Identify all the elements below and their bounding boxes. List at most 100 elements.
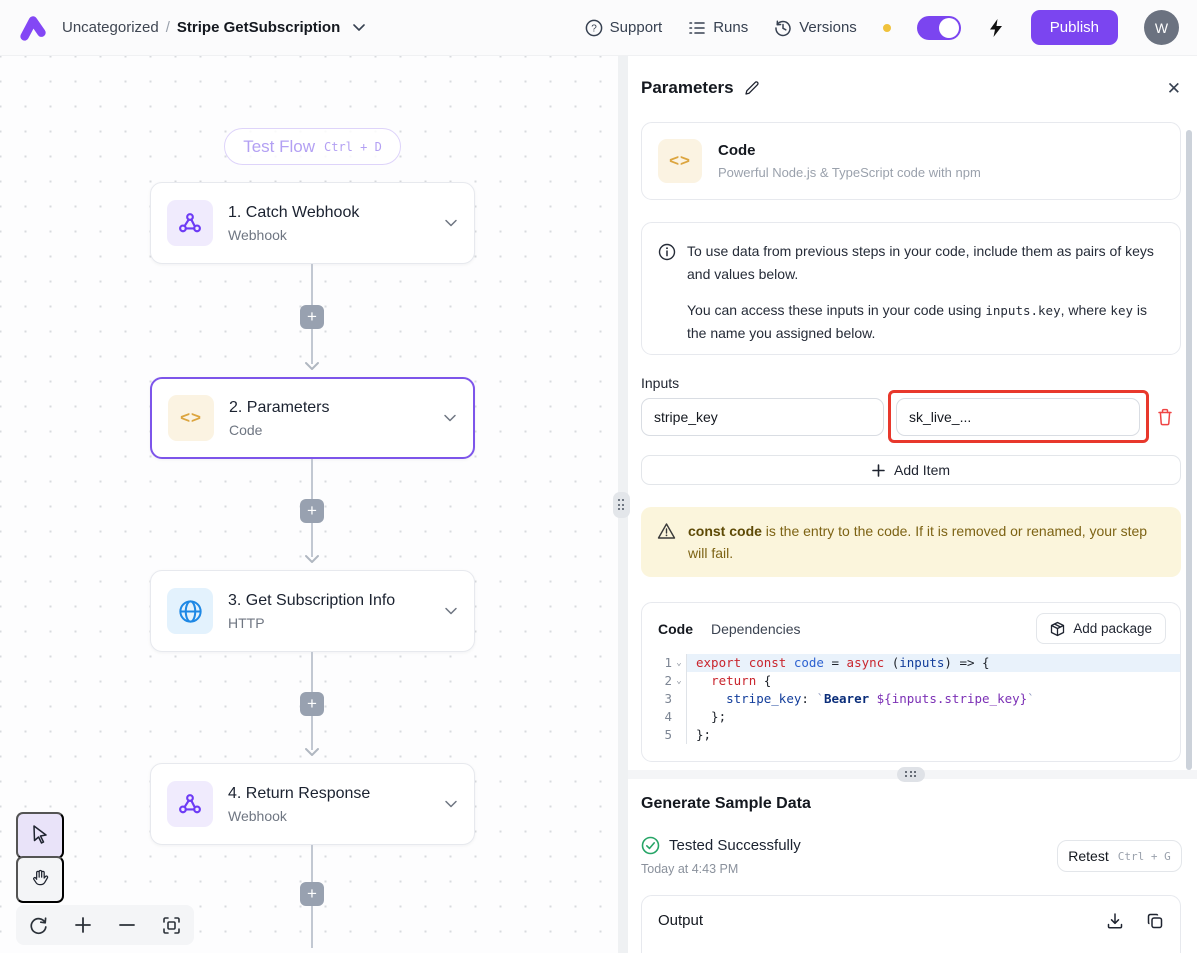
app-logo-icon [18, 13, 48, 43]
code-icon: <> [180, 408, 202, 428]
input-value-field[interactable] [896, 398, 1140, 436]
add-step-button[interactable]: + [300, 692, 324, 716]
drag-dots-icon [905, 771, 917, 778]
close-panel-button[interactable]: ✕ [1167, 80, 1181, 97]
step-menu-chevron-icon[interactable] [444, 607, 458, 615]
flow-step-card[interactable]: 1. Catch WebhookWebhook [150, 182, 475, 264]
cursor-icon [30, 824, 50, 844]
code-line-content: return { [686, 672, 1180, 690]
success-check-icon [641, 836, 660, 855]
flow-step-card[interactable]: 4. Return ResponseWebhook [150, 763, 475, 845]
flow-menu-chevron-icon[interactable] [353, 24, 365, 31]
step-menu-chevron-icon[interactable] [444, 219, 458, 227]
inputs-info-box: To use data from previous steps in your … [641, 222, 1181, 355]
test-flow-button[interactable]: Test Flow Ctrl + D [224, 128, 401, 165]
piece-summary-card: <> Code Powerful Node.js & TypeScript co… [641, 122, 1181, 200]
step-icon-wrap [167, 588, 213, 634]
step-menu-chevron-icon[interactable] [443, 414, 457, 422]
connector-arrow-icon [304, 554, 320, 564]
code-line-content: }; [686, 726, 1180, 744]
step-menu-chevron-icon[interactable] [444, 800, 458, 808]
tab-code[interactable]: Code [658, 621, 693, 637]
test-flow-shortcut: Ctrl + D [324, 140, 382, 154]
info-paragraph-1: To use data from previous steps in your … [687, 240, 1162, 286]
publish-button[interactable]: Publish [1031, 10, 1118, 45]
step-subtitle: Webhook [228, 227, 429, 243]
step-icon-wrap [167, 200, 213, 246]
connector-arrow-icon [304, 361, 320, 371]
hand-icon [30, 868, 50, 888]
fold-chevron-icon[interactable]: ⌄ [672, 654, 686, 672]
section-resize-handle[interactable] [897, 767, 925, 782]
add-item-button[interactable]: Add Item [641, 455, 1181, 485]
download-output-button[interactable] [1106, 912, 1124, 930]
input-key-field[interactable] [641, 398, 884, 436]
add-step-button[interactable]: + [300, 305, 324, 329]
add-step-button[interactable]: + [300, 499, 324, 523]
generate-sample-data-heading: Generate Sample Data [641, 795, 811, 813]
step-icon-wrap [167, 781, 213, 827]
plus-icon [872, 464, 885, 477]
fit-screen-icon [162, 916, 181, 935]
tab-dependencies[interactable]: Dependencies [711, 621, 801, 637]
flow-canvas[interactable]: Test Flow Ctrl + D 1. Catch WebhookWebho… [0, 56, 618, 953]
info-icon [658, 243, 676, 261]
flow-enabled-toggle[interactable] [917, 16, 961, 40]
code-line[interactable]: 5}; [642, 726, 1180, 744]
drag-dots-icon [618, 499, 626, 511]
code-editor[interactable]: 1⌄export const code = async (inputs) => … [642, 654, 1180, 744]
pan-tool-button[interactable] [16, 856, 64, 903]
piece-subtitle: Powerful Node.js & TypeScript code with … [718, 165, 981, 180]
flow-step-card[interactable]: 3. Get Subscription InfoHTTP [150, 570, 475, 652]
code-line[interactable]: 4 }; [642, 708, 1180, 726]
runs-label: Runs [713, 19, 748, 36]
avatar[interactable]: W [1144, 10, 1179, 45]
code-line[interactable]: 2⌄ return { [642, 672, 1180, 690]
panel-resize-handle[interactable] [613, 492, 630, 518]
copy-output-button[interactable] [1146, 912, 1164, 930]
edit-name-icon[interactable] [744, 80, 760, 96]
panel-scrollbar[interactable] [1186, 130, 1192, 770]
code-line-content: stripe_key: `Bearer ${inputs.stripe_key}… [686, 690, 1180, 708]
fit-view-button[interactable] [155, 908, 189, 942]
breadcrumb-flow-name[interactable]: Stripe GetSubscription [177, 19, 340, 36]
add-step-button[interactable]: + [300, 882, 324, 906]
code-line[interactable]: 1⌄export const code = async (inputs) => … [642, 654, 1180, 672]
breadcrumb-folder[interactable]: Uncategorized [62, 19, 159, 36]
runs-icon [688, 19, 706, 37]
support-button[interactable]: ? Support [585, 19, 663, 37]
info-paragraph-2: You can access these inputs in your code… [687, 299, 1162, 345]
code-line[interactable]: 3 stripe_key: `Bearer ${inputs.stripe_ke… [642, 690, 1180, 708]
zoom-in-button[interactable] [66, 908, 100, 942]
code-line-content: export const code = async (inputs) => { [686, 654, 1180, 672]
retest-button[interactable]: Retest Ctrl + G [1057, 840, 1182, 872]
step-title: 4. Return Response [228, 785, 429, 803]
code-piece-icon: <> [658, 139, 702, 183]
runs-button[interactable]: Runs [688, 19, 748, 37]
line-number: 1 [642, 654, 672, 672]
flow-step-card[interactable]: <>2. ParametersCode [150, 377, 475, 459]
line-number: 4 [642, 708, 672, 726]
canvas-zoom-toolbar [16, 905, 194, 945]
add-item-label: Add Item [894, 462, 950, 478]
reset-view-button[interactable] [21, 908, 55, 942]
delete-input-row-button[interactable] [1152, 403, 1178, 431]
add-package-label: Add package [1073, 621, 1152, 636]
trash-icon [1156, 407, 1174, 427]
versions-button[interactable]: Versions [774, 19, 857, 37]
minus-icon [118, 916, 136, 934]
instant-run-bolt-icon[interactable] [987, 18, 1005, 38]
fold-spacer [672, 726, 686, 744]
select-tool-button[interactable] [16, 812, 64, 859]
test-timestamp: Today at 4:43 PM [641, 862, 738, 876]
add-package-button[interactable]: Add package [1036, 613, 1166, 644]
breadcrumb-separator: / [166, 19, 170, 36]
inputs-label: Inputs [641, 375, 679, 391]
piece-title: Code [718, 142, 981, 159]
fold-chevron-icon[interactable]: ⌄ [672, 672, 686, 690]
panel-title: Parameters [641, 78, 734, 98]
versions-icon [774, 19, 792, 37]
zoom-out-button[interactable] [110, 908, 144, 942]
svg-text:?: ? [591, 23, 597, 34]
line-number: 5 [642, 726, 672, 744]
